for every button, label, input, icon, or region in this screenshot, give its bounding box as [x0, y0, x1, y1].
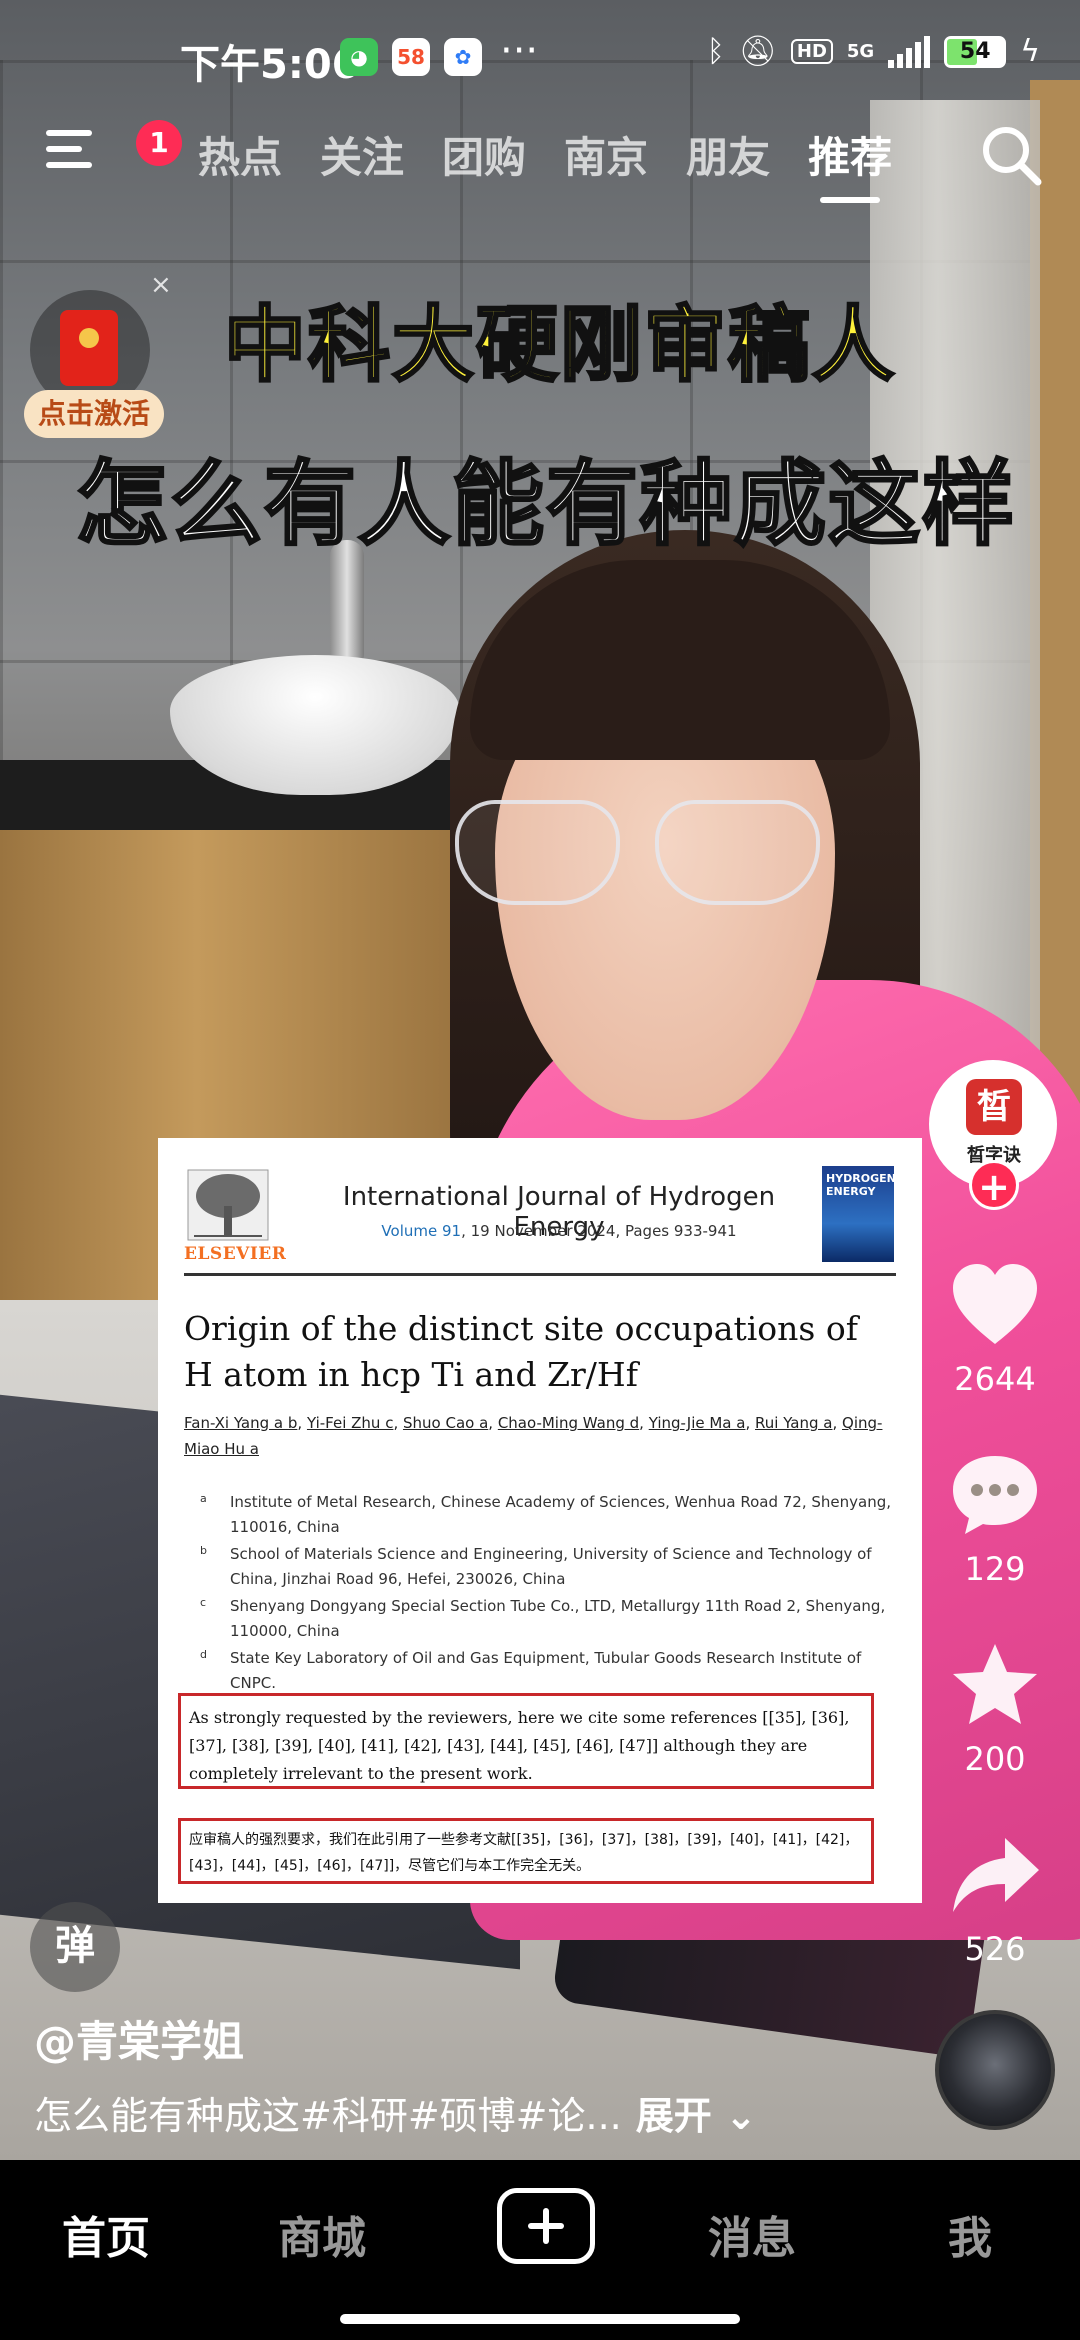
author-link[interactable]: Ying-Jie Ma a	[649, 1414, 746, 1432]
app-58-icon: 58	[392, 38, 430, 76]
author-link[interactable]: Fan-Xi Yang a b	[184, 1414, 297, 1432]
danmaku-toggle[interactable]: 弹	[30, 1902, 120, 1992]
tab-messages[interactable]: 消息	[708, 2202, 796, 2266]
affiliation-mark: d	[200, 1648, 207, 1661]
description-text: 怎么能有种成这#科研#硕博#论...	[34, 2094, 622, 2138]
more-notifications-icon: ···	[500, 28, 539, 74]
author-link[interactable]: Chao-Ming Wang d	[498, 1414, 639, 1432]
affiliation-text: Shenyang Dongyang Special Section Tube C…	[230, 1597, 886, 1640]
nav-tab-3[interactable]: 南京	[564, 124, 648, 185]
affiliation-text: School of Materials Science and Engineer…	[230, 1545, 872, 1588]
follow-button[interactable]: +	[969, 1160, 1019, 1210]
music-disc-avatar[interactable]	[935, 2010, 1055, 2130]
activate-button[interactable]: 点击激活	[24, 390, 164, 438]
red-envelope-icon	[60, 310, 118, 386]
author-link[interactable]: Rui Yang a	[755, 1414, 832, 1432]
journal-volume: Volume 91, 19 November 2024, Pages 933-9…	[324, 1222, 794, 1240]
nav-tab-2[interactable]: 团购	[442, 124, 526, 185]
paper-title: Origin of the distinct site occupations …	[184, 1309, 858, 1394]
caption-line-1: 中科大硬刚审稿人	[222, 297, 896, 395]
battery-icon: 54	[944, 35, 1007, 68]
charging-icon: ϟ	[1020, 34, 1040, 69]
issue-info: , 19 November 2024, Pages 933-941	[461, 1222, 737, 1240]
heart-icon	[953, 1264, 1037, 1344]
glasses	[455, 800, 855, 920]
wechat-notify-icon: ◕	[340, 38, 378, 76]
affiliation-text: State Key Laboratory of Oil and Gas Equi…	[230, 1649, 862, 1692]
share-count: 526	[964, 1930, 1026, 1968]
paper-header: ELSEVIER International Journal of Hydrog…	[184, 1166, 896, 1276]
search-button[interactable]	[976, 120, 1046, 190]
signal-icon	[888, 35, 931, 68]
affiliation: b School of Materials Science and Enginee…	[198, 1542, 898, 1592]
share-button[interactable]: 526	[925, 1830, 1065, 1968]
nav-tab-0[interactable]: 热点	[198, 124, 282, 185]
nav-tab-5[interactable]: 推荐	[808, 124, 892, 203]
highlight-english: As strongly requested by the reviewers, …	[178, 1693, 874, 1789]
bottom-tab-bar: 首页 商城 消息 我	[0, 2160, 1080, 2340]
comment-count: 129	[964, 1550, 1026, 1588]
bluetooth-icon: ᛒ	[706, 34, 725, 69]
caption-line-2: 怎么有人能有种成这样	[74, 450, 1016, 560]
status-right: ᛒ 🔕︎ HD 5G 54 ϟ	[707, 34, 1040, 69]
volume-link[interactable]: Volume 91	[381, 1222, 461, 1240]
favorite-button[interactable]: 200	[925, 1640, 1065, 1778]
affiliation: d State Key Laboratory of Oil and Gas Equ…	[198, 1646, 898, 1696]
comment-button[interactable]: 129	[925, 1450, 1065, 1588]
home-indicator[interactable]	[340, 2314, 740, 2324]
affiliation: a Institute of Metal Research, Chinese Ac…	[198, 1490, 898, 1540]
author-link[interactable]: Shuo Cao a	[403, 1414, 488, 1432]
status-bar: 下午5:06 ◕ 58 ✿ ··· ᛒ 🔕︎ HD 5G 54 ϟ	[0, 0, 1080, 110]
author-list: Fan-Xi Yang a b, Yi-Fei Zhu c, Shuo Cao …	[184, 1414, 883, 1458]
affiliation-mark: c	[200, 1596, 207, 1609]
tab-home[interactable]: 首页	[62, 2202, 150, 2266]
journal-cover: HYDROGEN ENERGY	[822, 1166, 896, 1262]
baidu-icon: ✿	[444, 38, 482, 76]
favorite-count: 200	[964, 1740, 1026, 1778]
like-count: 2644	[954, 1360, 1036, 1398]
nav-tab-1[interactable]: 关注	[320, 124, 404, 185]
mute-icon: 🔕︎	[738, 34, 777, 69]
expand-label: 展开	[635, 2094, 712, 2138]
account-seal-icon: 晳	[966, 1079, 1022, 1135]
top-nav: 1 热点 关注 团购 南京 朋友 推荐	[0, 110, 1080, 210]
search-icon	[983, 127, 1042, 186]
network-label: 5G	[846, 41, 875, 62]
publisher-name: ELSEVIER	[184, 1244, 287, 1264]
author-link[interactable]: Yi-Fei Zhu c	[307, 1414, 393, 1432]
affiliation-mark: a	[200, 1492, 207, 1505]
share-arrow-icon	[953, 1838, 1039, 1912]
video-description: 怎么能有种成这#科研#硕博#论... 展开 ⌄	[34, 2085, 757, 2140]
battery-level: 54	[959, 38, 991, 64]
expand-button[interactable]: 展开 ⌄	[636, 2094, 757, 2138]
nav-tabs: 热点 关注 团购 南京 朋友 推荐	[198, 124, 892, 203]
chevron-down-icon: ⌄	[711, 2094, 757, 2138]
affiliation-text: Institute of Metal Research, Chinese Aca…	[230, 1493, 891, 1536]
star-icon	[953, 1644, 1037, 1724]
create-button[interactable]	[497, 2188, 595, 2264]
like-button[interactable]: 2644	[925, 1260, 1065, 1398]
menu-button[interactable]: 1	[46, 120, 182, 180]
notification-badge: 1	[136, 120, 182, 166]
hd-icon: HD	[790, 39, 833, 64]
nav-tab-4[interactable]: 朋友	[686, 124, 770, 185]
tab-mall[interactable]: 商城	[278, 2202, 366, 2266]
paper-screenshot: ELSEVIER International Journal of Hydrog…	[158, 1138, 922, 1903]
highlight-chinese: 应审稿人的强烈要求，我们在此引用了一些参考文献[[35]，[36]，[37]，[…	[178, 1818, 874, 1884]
tab-me[interactable]: 我	[948, 2202, 992, 2266]
close-icon[interactable]: ×	[150, 270, 172, 300]
author-name[interactable]: @青棠学姐	[34, 2008, 244, 2069]
status-time: 下午5:06	[180, 42, 360, 88]
affiliation-list: a Institute of Metal Research, Chinese Ac…	[198, 1490, 898, 1698]
comment-icon	[953, 1456, 1037, 1534]
affiliation: c Shenyang Dongyang Special Section Tube …	[198, 1594, 898, 1644]
plus-icon-v	[543, 2208, 549, 2244]
affiliation-mark: b	[200, 1544, 207, 1557]
